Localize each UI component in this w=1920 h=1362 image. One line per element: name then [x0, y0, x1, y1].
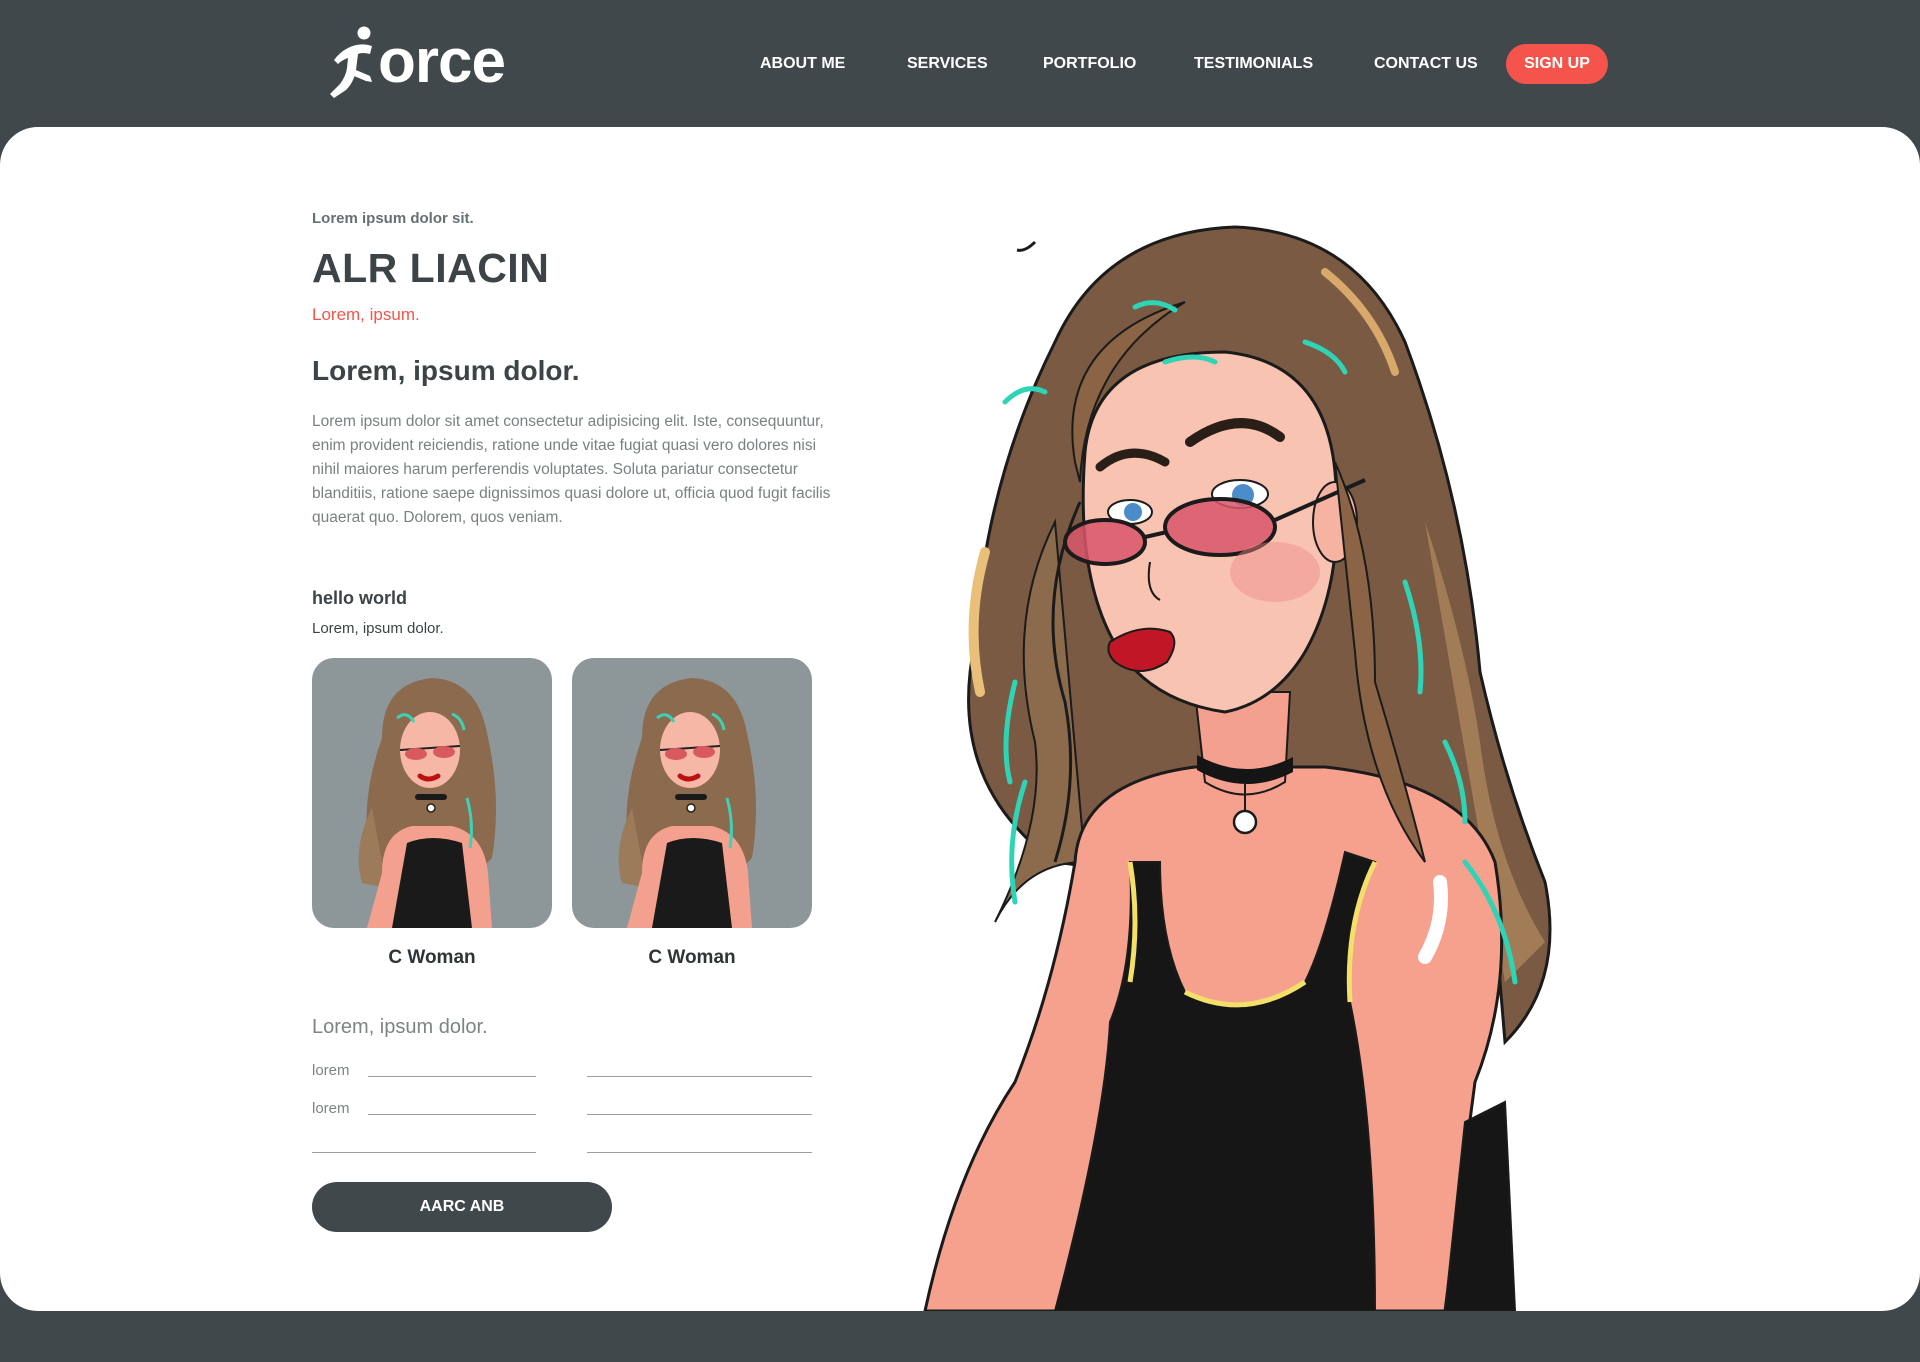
form-heading: Lorem, ipsum dolor. — [312, 1016, 488, 1038]
gallery-caption: C Woman — [648, 947, 736, 968]
form-field-2b[interactable] — [587, 1094, 812, 1115]
main-card: Lorem ipsum dolor sit. ALR LIACIN Lorem,… — [0, 127, 1920, 1311]
form-field-1b[interactable] — [587, 1056, 812, 1077]
woman-illustration-thumb — [618, 678, 756, 928]
eyebrow-text: Lorem ipsum dolor sit. — [312, 210, 474, 227]
gallery-thumbnail[interactable] — [572, 658, 812, 928]
form-field-2a[interactable] — [368, 1094, 536, 1115]
form-label: lorem — [312, 1062, 350, 1079]
site-header: orce ABOUT ME SERVICES PORTFOLIO TESTIMO… — [0, 0, 1920, 127]
nav-item-services[interactable]: SERVICES — [907, 44, 988, 84]
gallery-item[interactable]: C Woman — [312, 658, 552, 969]
nav-item-contact-us[interactable]: CONTACT US — [1374, 44, 1478, 84]
body-paragraph: Lorem ipsum dolor sit amet consectetur a… — [312, 413, 831, 526]
woman-illustration — [923, 225, 1552, 1311]
gallery-heading: hello world — [312, 588, 408, 608]
form-field-3a[interactable] — [312, 1132, 536, 1153]
nav-item-about-me[interactable]: ABOUT ME — [760, 44, 845, 84]
gallery-subheading: Lorem, ipsum dolor. — [312, 620, 444, 637]
logo[interactable]: orce — [326, 22, 516, 102]
running-figure-icon — [330, 26, 372, 98]
gallery-caption: C Woman — [388, 947, 476, 968]
subtitle-text: Lorem, ipsum. — [312, 305, 420, 324]
section-heading: Lorem, ipsum dolor. — [312, 355, 580, 386]
nav-item-portfolio[interactable]: PORTFOLIO — [1043, 44, 1136, 84]
form-field-1a[interactable] — [368, 1056, 536, 1077]
woman-illustration-thumb — [358, 678, 496, 928]
form-field-3b[interactable] — [587, 1132, 812, 1153]
page-title: ALR LIACIN — [312, 245, 550, 291]
nav-item-testimonials[interactable]: TESTIMONIALS — [1194, 44, 1313, 84]
gallery-thumbnail[interactable] — [312, 658, 552, 928]
form-label: lorem — [312, 1100, 350, 1117]
logo-text: orce — [378, 27, 506, 96]
gallery-item[interactable]: C Woman — [572, 658, 812, 969]
sign-up-button[interactable]: SIGN UP — [1506, 44, 1608, 84]
hero-illustration — [905, 222, 1695, 1311]
submit-button[interactable]: AARC ANB — [312, 1182, 612, 1232]
